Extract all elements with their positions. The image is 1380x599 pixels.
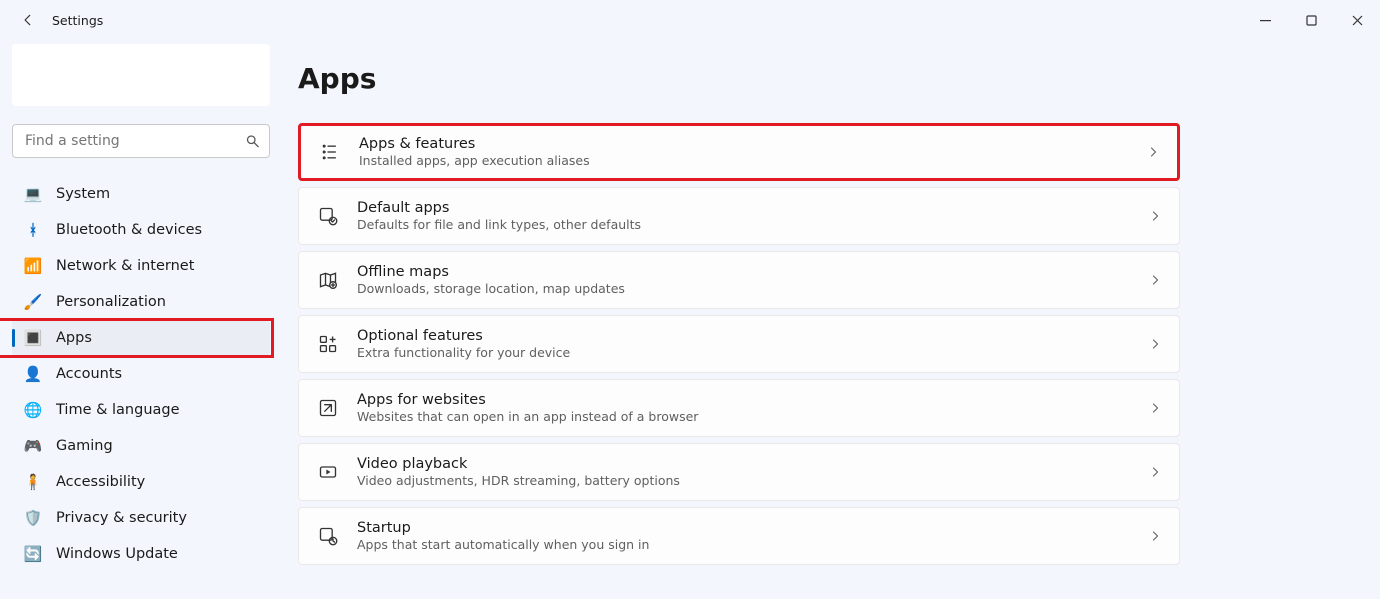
card-offline-maps[interactable]: Offline maps Downloads, storage location… xyxy=(298,251,1180,309)
sidebar-item-label: Gaming xyxy=(56,438,113,454)
card-title: Offline maps xyxy=(357,263,625,281)
profile-card[interactable] xyxy=(12,44,270,106)
gaming-icon: 🎮 xyxy=(24,437,42,455)
app-title: Settings xyxy=(42,13,103,28)
card-startup[interactable]: Startup Apps that start automatically wh… xyxy=(298,507,1180,565)
time-language-icon: 🌐 xyxy=(24,401,42,419)
card-title: Default apps xyxy=(357,199,641,217)
offline-maps-icon xyxy=(317,269,339,291)
privacy-icon: 🛡️ xyxy=(24,509,42,527)
card-title: Optional features xyxy=(357,327,570,345)
search-wrap xyxy=(12,124,270,158)
minimize-button[interactable] xyxy=(1242,0,1288,40)
sidebar-item-system[interactable]: 💻 System xyxy=(12,176,270,212)
card-video-playback[interactable]: Video playback Video adjustments, HDR st… xyxy=(298,443,1180,501)
chevron-right-icon xyxy=(1149,274,1161,286)
apps-icon: 🔳 xyxy=(24,329,42,347)
card-subtitle: Defaults for file and link types, other … xyxy=(357,217,641,233)
sidebar-nav: 💻 System ᚼ Bluetooth & devices 📶 Network & … xyxy=(12,176,270,572)
default-apps-icon xyxy=(317,205,339,227)
card-subtitle: Apps that start automatically when you s… xyxy=(357,537,649,553)
card-optional-features[interactable]: Optional features Extra functionality fo… xyxy=(298,315,1180,373)
sidebar-item-accounts[interactable]: 👤 Accounts xyxy=(12,356,270,392)
close-button[interactable] xyxy=(1334,0,1380,40)
apps-websites-icon xyxy=(317,397,339,419)
card-title: Startup xyxy=(357,519,649,537)
card-subtitle: Downloads, storage location, map updates xyxy=(357,281,625,297)
network-icon: 📶 xyxy=(24,257,42,275)
sidebar-item-accessibility[interactable]: 🧍 Accessibility xyxy=(12,464,270,500)
sidebar-item-label: System xyxy=(56,186,110,202)
sidebar-item-label: Bluetooth & devices xyxy=(56,222,202,238)
sidebar-item-label: Personalization xyxy=(56,294,166,310)
accounts-icon: 👤 xyxy=(24,365,42,383)
maximize-button[interactable] xyxy=(1288,0,1334,40)
card-title: Apps for websites xyxy=(357,391,698,409)
sidebar-item-label: Network & internet xyxy=(56,258,194,274)
startup-icon xyxy=(317,525,339,547)
search-input[interactable] xyxy=(12,124,270,158)
sidebar-item-label: Accessibility xyxy=(56,474,145,490)
sidebar-item-bluetooth[interactable]: ᚼ Bluetooth & devices xyxy=(12,212,270,248)
card-title: Apps & features xyxy=(359,135,590,153)
chevron-right-icon xyxy=(1149,466,1161,478)
settings-cards: Apps & features Installed apps, app exec… xyxy=(298,123,1180,565)
sidebar-item-label: Time & language xyxy=(56,402,180,418)
card-subtitle: Video adjustments, HDR streaming, batter… xyxy=(357,473,680,489)
windows-update-icon: 🔄 xyxy=(24,545,42,563)
sidebar-item-label: Windows Update xyxy=(56,546,178,562)
card-subtitle: Installed apps, app execution aliases xyxy=(359,153,590,169)
sidebar-item-network[interactable]: 📶 Network & internet xyxy=(12,248,270,284)
sidebar-item-label: Apps xyxy=(56,330,92,346)
video-playback-icon xyxy=(317,461,339,483)
card-apps-features[interactable]: Apps & features Installed apps, app exec… xyxy=(298,123,1180,181)
chevron-right-icon xyxy=(1147,146,1159,158)
sidebar-item-label: Privacy & security xyxy=(56,510,187,526)
sidebar-item-privacy[interactable]: 🛡️ Privacy & security xyxy=(12,500,270,536)
page-title: Apps xyxy=(298,62,1180,95)
chevron-right-icon xyxy=(1149,402,1161,414)
card-subtitle: Extra functionality for your device xyxy=(357,345,570,361)
sidebar-item-gaming[interactable]: 🎮 Gaming xyxy=(12,428,270,464)
sidebar-item-personalization[interactable]: 🖌️ Personalization xyxy=(12,284,270,320)
sidebar-item-time-language[interactable]: 🌐 Time & language xyxy=(12,392,270,428)
personalization-icon: 🖌️ xyxy=(24,293,42,311)
card-default-apps[interactable]: Default apps Defaults for file and link … xyxy=(298,187,1180,245)
optional-features-icon xyxy=(317,333,339,355)
back-button[interactable] xyxy=(14,13,42,27)
accessibility-icon: 🧍 xyxy=(24,473,42,491)
sidebar-item-apps[interactable]: 🔳 Apps xyxy=(12,320,270,356)
bluetooth-icon: ᚼ xyxy=(24,221,42,239)
card-subtitle: Websites that can open in an app instead… xyxy=(357,409,698,425)
search-icon xyxy=(245,134,260,149)
sidebar: 💻 System ᚼ Bluetooth & devices 📶 Network & … xyxy=(0,40,290,572)
card-apps-websites[interactable]: Apps for websites Websites that can open… xyxy=(298,379,1180,437)
main-content: Apps Apps & features Installed apps, app… xyxy=(290,40,1380,572)
sidebar-item-windows-update[interactable]: 🔄 Windows Update xyxy=(12,536,270,572)
apps-features-icon xyxy=(319,141,341,163)
sidebar-item-label: Accounts xyxy=(56,366,122,382)
system-icon: 💻 xyxy=(24,185,42,203)
chevron-right-icon xyxy=(1149,530,1161,542)
chevron-right-icon xyxy=(1149,338,1161,350)
chevron-right-icon xyxy=(1149,210,1161,222)
title-bar: Settings xyxy=(0,0,1380,40)
card-title: Video playback xyxy=(357,455,680,473)
